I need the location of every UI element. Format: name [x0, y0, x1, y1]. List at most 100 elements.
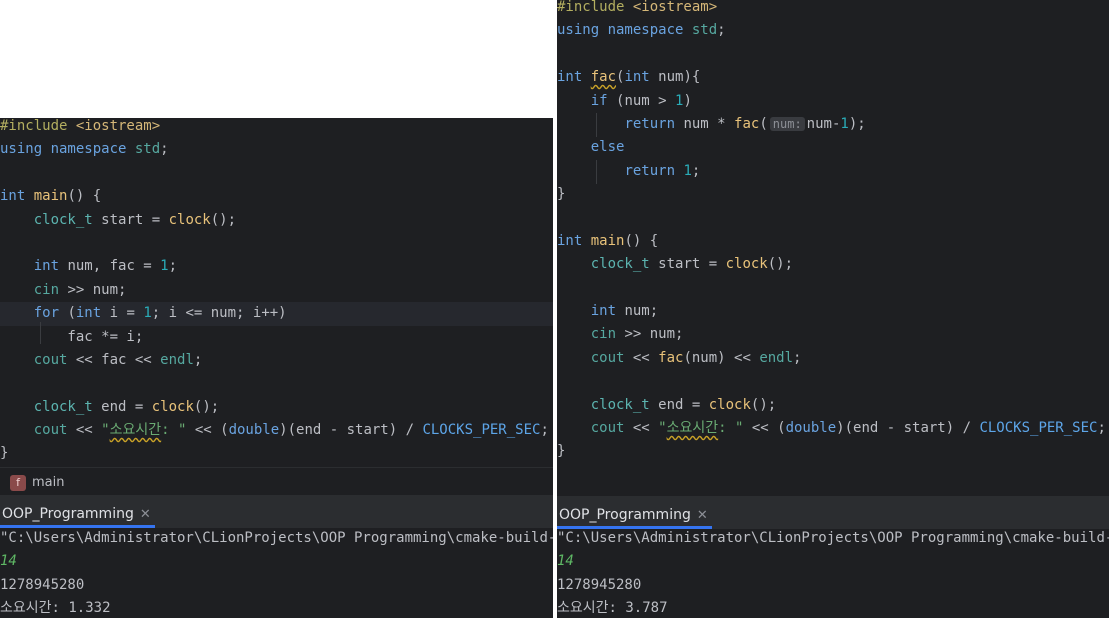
code-token: ;: [160, 141, 178, 158]
close-icon[interactable]: ✕: [697, 508, 708, 523]
code-line[interactable]: else: [557, 136, 1109, 159]
function-icon: f: [10, 475, 26, 491]
code-line[interactable]: [0, 372, 553, 395]
code-line[interactable]: using namespace std;: [557, 19, 1109, 42]
code-token: }: [557, 443, 566, 460]
run-tab[interactable]: OOP_Programming ✕: [0, 495, 159, 526]
console-line-output: 1278945280: [557, 576, 642, 593]
code-token: #include: [0, 118, 76, 134]
console-line-input: 14: [557, 553, 574, 570]
code-token: int: [557, 232, 591, 249]
code-line[interactable]: clock_t start = clock();: [557, 253, 1109, 276]
code-token: 1: [143, 305, 152, 322]
code-line[interactable]: cout << fac(num) << endl;: [557, 347, 1109, 370]
console-output[interactable]: "C:\Users\Administrator\CLionProjects\OO…: [0, 527, 553, 618]
code-token: cout: [590, 420, 625, 437]
code-line[interactable]: }: [557, 440, 1109, 463]
code-token: num;: [624, 303, 659, 320]
code-token: >> num;: [616, 326, 684, 343]
code-token: ": [101, 422, 110, 439]
code-line[interactable]: clock_t end = clock();: [0, 396, 553, 419]
code-token: 1: [160, 258, 169, 275]
code-line[interactable]: cin >> num;: [0, 279, 553, 302]
code-line[interactable]: if (num > 1): [557, 90, 1109, 113]
code-line[interactable]: cout << fac << endl;: [0, 349, 553, 372]
code-token: CLOCKS_PER_SEC: [422, 422, 541, 439]
code-line[interactable]: #include <iostream>: [0, 118, 553, 138]
code-line[interactable]: [0, 232, 553, 255]
code-token: 소요시간: [109, 422, 162, 439]
code-token: double: [785, 420, 837, 437]
code-line[interactable]: int main() {: [557, 230, 1109, 253]
code-token: )(end - start) /: [836, 420, 980, 437]
code-token: : ": [718, 420, 744, 437]
code-token: ;: [168, 258, 178, 275]
run-tab-bar: OOP_Programming ✕: [557, 496, 1109, 529]
breadcrumb[interactable]: f main: [0, 467, 553, 498]
code-token: 소요시간: [666, 420, 719, 437]
code-line[interactable]: cout << "소요시간: " << (double)(end - start…: [0, 419, 553, 442]
code-line[interactable]: }: [0, 442, 553, 465]
code-token: if: [590, 92, 617, 109]
close-icon[interactable]: ✕: [140, 507, 151, 522]
code-token: cout: [590, 349, 625, 366]
code-line[interactable]: [557, 370, 1109, 393]
code-token: std: [134, 141, 161, 158]
code-token: i =: [109, 305, 144, 322]
code-line[interactable]: cin >> num;: [557, 323, 1109, 346]
console-line-output: 소요시간: 1.332: [0, 600, 111, 617]
console-line-path: "C:\Users\Administrator\CLionProjects\OO…: [557, 530, 1109, 546]
code-token: using namespace: [0, 141, 135, 158]
code-token: num-: [806, 115, 841, 132]
code-line[interactable]: [0, 162, 553, 185]
code-line[interactable]: #include <iostream>: [557, 0, 1109, 19]
code-line[interactable]: clock_t start = clock();: [0, 209, 553, 232]
code-line[interactable]: using namespace std;: [0, 138, 553, 161]
code-line[interactable]: int fac(int num){: [557, 66, 1109, 89]
code-token: (num >: [616, 92, 676, 109]
code-token: }: [557, 186, 566, 203]
code-token: ;: [717, 22, 726, 39]
run-tab[interactable]: OOP_Programming ✕: [557, 496, 716, 527]
code-token: );: [848, 115, 866, 132]
code-line[interactable]: return 1;: [557, 160, 1109, 183]
code-editor[interactable]: #include <iostream> using namespace std ; …: [0, 118, 553, 466]
code-token: else: [590, 139, 625, 156]
code-token: : ": [161, 422, 187, 439]
code-token: return: [624, 115, 684, 132]
indent-guide: [596, 113, 597, 137]
code-line[interactable]: [557, 43, 1109, 66]
code-line[interactable]: int num;: [557, 300, 1109, 323]
code-line[interactable]: int main() {: [0, 185, 553, 208]
code-line[interactable]: for (int i = 1; i <= num; i++): [0, 302, 553, 326]
code-token: fac *= i;: [0, 328, 144, 345]
code-token: fac: [658, 349, 684, 366]
code-token: () {: [624, 232, 659, 249]
code-line[interactable]: [557, 277, 1109, 300]
code-token: ();: [750, 396, 777, 413]
code-token: ;: [193, 351, 203, 368]
code-line[interactable]: cout << "소요시간: " << (double)(end - start…: [557, 417, 1109, 440]
code-line[interactable]: [557, 207, 1109, 230]
code-line[interactable]: fac *= i;: [0, 326, 553, 349]
code-line[interactable]: }: [557, 183, 1109, 206]
code-token: <<: [624, 349, 659, 366]
code-token: clock: [168, 211, 211, 228]
code-line[interactable]: int num, fac = 1;: [0, 255, 553, 278]
code-token: main: [33, 188, 68, 205]
run-tab-label: OOP_Programming: [559, 507, 691, 523]
code-editor[interactable]: #include <iostream> using namespace std; i…: [557, 0, 1109, 464]
code-token: cout: [33, 351, 68, 368]
code-line[interactable]: clock_t end = clock();: [557, 394, 1109, 417]
code-token: (num) <<: [683, 349, 760, 366]
console-output[interactable]: "C:\Users\Administrator\CLionProjects\OO…: [557, 527, 1109, 618]
code-line[interactable]: return num * fac(num: num-1);: [557, 113, 1109, 136]
code-token: 1: [840, 115, 849, 132]
code-token: double: [228, 422, 280, 439]
